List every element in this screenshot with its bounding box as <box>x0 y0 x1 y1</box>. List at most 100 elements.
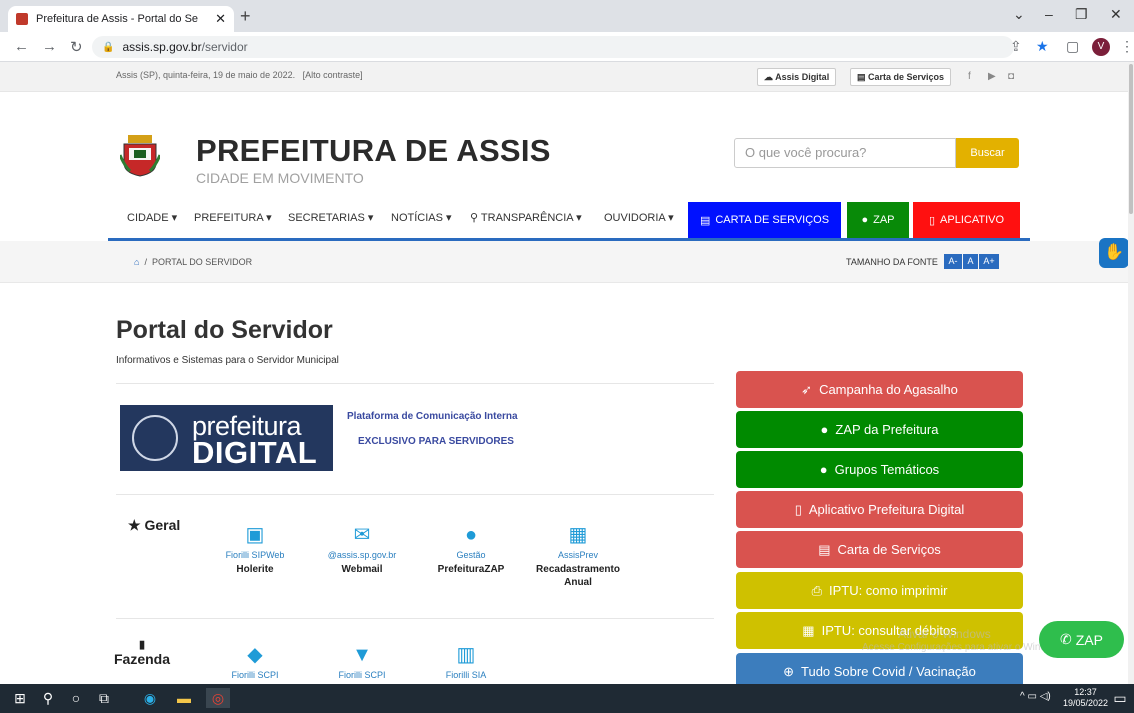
font-reset-button[interactable]: A <box>963 254 978 269</box>
tab-search-icon[interactable]: ⌄ <box>1013 6 1025 23</box>
service-recadastramento[interactable]: ▦ AssisPrev Recadastramento Anual <box>533 522 623 589</box>
high-contrast-link[interactable]: [Alto contraste] <box>303 70 363 80</box>
nav-secretarias[interactable]: SECRETARIAS ▾ <box>288 211 373 224</box>
close-window-icon[interactable]: ✕ <box>1110 6 1122 23</box>
menu-dots-icon[interactable]: ⋮ <box>1120 38 1134 55</box>
exclusive-text: EXCLUSIVO PARA SERVIDORES <box>358 436 514 447</box>
zap-prefeitura-button[interactable]: ● ZAP da Prefeitura <box>736 411 1023 448</box>
home-icon[interactable]: ⌂ <box>134 257 139 267</box>
windows-start-icon[interactable]: ⊞ <box>8 688 32 708</box>
file-explorer-icon[interactable]: ▬ <box>172 688 196 708</box>
scrollbar[interactable] <box>1128 62 1134 684</box>
notifications-icon[interactable]: ▭ <box>1108 688 1132 708</box>
close-tab-icon[interactable]: ✕ <box>215 11 226 27</box>
accessibility-hand-icon[interactable]: ✋ <box>1099 238 1129 268</box>
youtube-icon[interactable]: ▶ <box>988 71 996 82</box>
cortana-icon[interactable]: ○ <box>64 688 88 708</box>
lock-icon: 🔒 <box>102 41 115 53</box>
edge-icon[interactable]: ◉ <box>138 688 162 708</box>
seal-icon <box>132 415 178 461</box>
card-icon: ▤ <box>699 214 711 227</box>
service-sub: Fiorilli SIA <box>445 670 487 680</box>
search-input[interactable]: O que você procura? <box>734 138 956 168</box>
search-icon: ⚲ <box>470 212 479 224</box>
clock-date: 19/05/2022 <box>1063 698 1109 708</box>
facebook-icon[interactable]: f <box>968 71 971 82</box>
assis-digital-button[interactable]: ☁ Assis Digital <box>757 68 837 86</box>
city-coat-of-arms-icon[interactable] <box>120 135 160 177</box>
zap-float-label: ZAP <box>1075 631 1103 648</box>
service-sub: AssisPrev <box>557 550 598 560</box>
service-sub: Gestão <box>456 550 486 560</box>
nav-prefeitura-label: PREFEITURA <box>194 212 264 224</box>
breadcrumb: ⌂ / PORTAL DO SERVIDOR <box>134 257 253 267</box>
task-view-icon[interactable]: ⧉ <box>92 688 116 708</box>
service-label: Holerite <box>236 564 274 575</box>
search-icon[interactable]: ⚲ <box>36 688 60 708</box>
url-field[interactable]: 🔒 assis.sp.gov.br/servidor <box>92 36 1014 58</box>
font-decrease-button[interactable]: A- <box>944 254 962 269</box>
button-label: IPTU: como imprimir <box>828 583 948 598</box>
chrome-icon[interactable]: ◎ <box>206 688 230 708</box>
nav-carta-servicos-button[interactable]: ▤ CARTA DE SERVIÇOS <box>688 202 841 238</box>
carta-servicos-button[interactable]: ▤ Carta de Serviços <box>736 531 1023 568</box>
scrollbar-thumb[interactable] <box>1129 64 1133 214</box>
forward-icon[interactable]: → <box>42 38 57 55</box>
service-holerite[interactable]: ▣ Fiorilli SIPWeb Holerite <box>215 522 295 576</box>
nav-prefeitura[interactable]: PREFEITURA ▾ <box>194 211 272 224</box>
site-title[interactable]: PREFEITURA DE ASSIS <box>196 133 551 169</box>
grupos-tematicos-button[interactable]: ● Grupos Temáticos <box>736 451 1023 488</box>
font-increase-button[interactable]: A+ <box>979 254 999 269</box>
comment-icon: ● <box>820 422 829 437</box>
taskbar-clock[interactable]: 12:37 19/05/2022 <box>1063 687 1108 709</box>
nav-zap-button[interactable]: ● ZAP <box>847 202 909 238</box>
nav-aplicativo-button[interactable]: ▯ APLICATIVO <box>913 202 1020 238</box>
new-tab-icon[interactable]: + <box>240 6 251 27</box>
button-label: Campanha do Agasalho <box>819 382 958 397</box>
nav-ouvidoria[interactable]: OUVIDORIA ▾ <box>604 211 674 224</box>
search-plus-icon: ⊕ <box>783 663 794 679</box>
reload-icon[interactable]: ↻ <box>70 38 83 56</box>
service-label: Recadastramento Anual <box>536 564 620 588</box>
aplicativo-button[interactable]: ▯ Aplicativo Prefeitura Digital <box>736 491 1023 528</box>
system-tray-icons[interactable]: ^ ▭ ◁) <box>1020 691 1051 702</box>
button-label: Tudo Sobre Covid / Vacinação <box>801 664 976 679</box>
browser-tab[interactable]: Prefeitura de Assis - Portal do Se ✕ <box>8 6 234 32</box>
profile-avatar[interactable]: V <box>1092 38 1110 56</box>
campanha-agasalho-button[interactable]: ➶ Campanha do Agasalho <box>736 371 1023 408</box>
bookmark-star-icon[interactable]: ★ <box>1036 38 1049 55</box>
side-panel-icon[interactable]: ▢ <box>1066 38 1079 55</box>
prefeitura-digital-logo[interactable]: prefeitura DIGITAL <box>120 405 333 471</box>
service-fazenda-1[interactable]: ◆ Fiorilli SCPI <box>215 642 295 680</box>
date-text: Assis (SP), quinta-feira, 19 de maio de … <box>116 70 363 80</box>
star-icon: ★ <box>128 517 141 533</box>
date-label: Assis (SP), quinta-feira, 19 de maio de … <box>116 70 293 80</box>
carta-servicos-top-button[interactable]: ▤ Carta de Serviços <box>850 68 952 86</box>
service-webmail[interactable]: ✉ @assis.sp.gov.br Webmail <box>322 522 402 576</box>
whatsapp-icon: ✆ <box>1060 631 1072 647</box>
maximize-icon[interactable]: ❐ <box>1075 6 1088 23</box>
minimize-icon[interactable]: – <box>1045 6 1053 22</box>
divider <box>116 494 714 495</box>
nav-noticias[interactable]: NOTÍCIAS ▾ <box>391 211 452 224</box>
nav-transparencia[interactable]: ⚲ TRANSPARÊNCIA ▾ <box>470 211 582 224</box>
iptu-imprimir-button[interactable]: ⎙ IPTU: como imprimir <box>736 572 1023 609</box>
service-fazenda-3[interactable]: ▥ Fiorilli SIA <box>426 642 506 680</box>
share-icon[interactable]: ⇪ <box>1010 38 1022 55</box>
instagram-icon[interactable]: ◘ <box>1008 71 1014 82</box>
clock-time: 12:37 <box>1074 687 1097 697</box>
divider <box>116 618 714 619</box>
service-prefeiturazap[interactable]: ● Gestão PrefeituraZAP <box>431 522 511 576</box>
search-button[interactable]: Buscar <box>956 138 1019 168</box>
bar-chart-icon: ▥ <box>456 644 476 666</box>
url-host: assis.sp.gov.br <box>122 40 202 54</box>
whatsapp-float-button[interactable]: ✆ ZAP <box>1039 621 1124 658</box>
back-icon[interactable]: ← <box>14 38 29 55</box>
building-icon: ▮ <box>138 639 146 651</box>
nav-cidade[interactable]: CIDADE ▾ <box>127 211 177 224</box>
service-fazenda-2[interactable]: ▼ Fiorilli SCPI <box>322 642 402 680</box>
assis-digital-label: Assis Digital <box>775 72 830 82</box>
breadcrumb-current: PORTAL DO SERVIDOR <box>151 257 253 267</box>
service-label: PrefeituraZAP <box>437 564 505 575</box>
divider <box>116 383 714 384</box>
